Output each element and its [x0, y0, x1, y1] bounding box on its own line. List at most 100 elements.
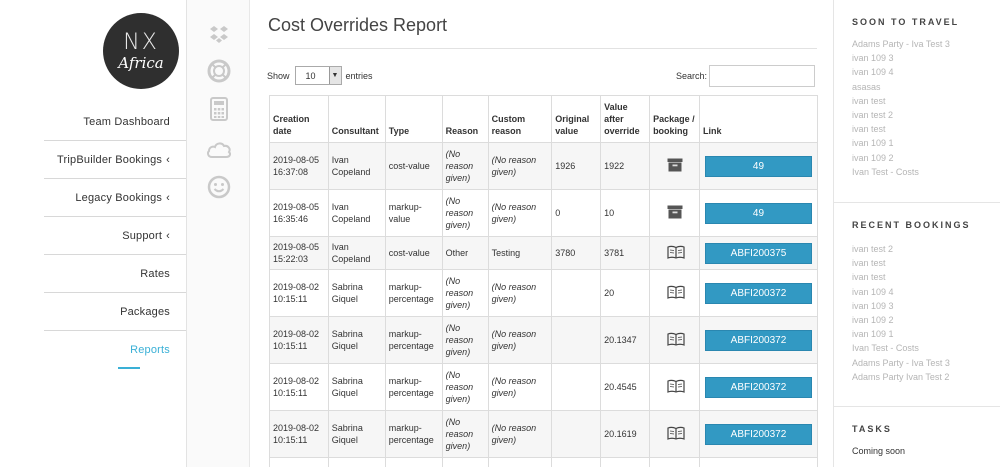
- booking-link-button[interactable]: 49: [704, 202, 812, 224]
- cell-consultant: Sabrina Giquel: [327, 316, 386, 364]
- trip-link[interactable]: ivan test 2: [852, 108, 1000, 122]
- smiley-icon[interactable]: [206, 174, 232, 200]
- cell-consultant: Sabrina Giquel: [327, 410, 386, 458]
- cell-original-value: 0: [551, 189, 602, 237]
- cell-package-booking: [649, 236, 700, 270]
- cell-custom-reason: (No reason given): [487, 189, 553, 237]
- page-title: Cost Overrides Report: [268, 15, 448, 35]
- table-row: 2019-08-05 15:22:03 Ivan Copeland cost-val…: [269, 236, 819, 270]
- nav-item-packages[interactable]: Packages: [44, 293, 186, 331]
- trip-link[interactable]: ivan 109 4: [852, 65, 1000, 79]
- column-header-creation-date[interactable]: Creation date: [269, 95, 329, 143]
- booking-link-button[interactable]: ABFI200375: [704, 242, 812, 264]
- book-icon[interactable]: [666, 245, 685, 259]
- entries-length-control: Show 10 ▼ entries: [267, 66, 373, 85]
- booking-link-button[interactable]: 49: [704, 155, 812, 177]
- cell-value-after-override: 1922: [600, 142, 651, 190]
- cell-original-value: [551, 269, 602, 317]
- cloud-icon[interactable]: [206, 137, 232, 163]
- trip-link[interactable]: ivan test: [852, 256, 1000, 270]
- cell-creation-date: 2019-08-05 16:35:46: [269, 189, 329, 237]
- nav-item-rates[interactable]: Rates: [44, 255, 186, 293]
- column-header-reason[interactable]: Reason: [441, 95, 489, 143]
- cell-type: markup-value: [384, 189, 443, 237]
- entries-select[interactable]: 10 ▼: [294, 66, 342, 85]
- trip-link[interactable]: ivan test: [852, 94, 1000, 108]
- column-header-package-booking[interactable]: Package / booking: [649, 95, 700, 143]
- book-icon[interactable]: [666, 426, 685, 440]
- trip-link[interactable]: ivan test 2: [852, 242, 1000, 256]
- trip-link[interactable]: ivan 109 3: [852, 51, 1000, 65]
- cell-reason: Other: [441, 236, 489, 270]
- cell-value-after-override: 10: [600, 189, 651, 237]
- cell-link: ABFI200372: [698, 410, 819, 458]
- table-row: 2019-08-02 10:15:11 Sabrina Giquel markup-…: [269, 316, 819, 364]
- cell-custom-reason: Testing: [487, 236, 553, 270]
- table-header-row: Creation date Consultant Type Reason Cus…: [269, 95, 819, 143]
- nav-item-tripbuilder-bookings[interactable]: TripBuilder Bookings ‹: [44, 141, 186, 179]
- chevron-down-icon: ▼: [328, 67, 341, 84]
- book-icon[interactable]: [666, 285, 685, 299]
- book-icon[interactable]: [666, 379, 685, 393]
- nav-item-support[interactable]: Support ‹: [44, 217, 186, 255]
- search-input[interactable]: [709, 65, 815, 87]
- cell-type: cost-value: [384, 236, 443, 270]
- trip-link[interactable]: ivan 109 1: [852, 136, 1000, 150]
- lifebuoy-icon[interactable]: [206, 58, 232, 84]
- cell-custom-reason: (No reason given): [487, 269, 553, 317]
- column-header-custom-reason[interactable]: Custom reason: [487, 95, 553, 143]
- logo-word: Africa: [118, 53, 164, 72]
- cell-type: markup-percentage: [384, 269, 443, 317]
- calculator-icon[interactable]: [206, 96, 232, 122]
- column-header-consultant[interactable]: Consultant: [327, 95, 386, 143]
- table-row: 2019-08-05 16:35:46 Ivan Copeland markup-v…: [269, 189, 819, 237]
- booking-link-button[interactable]: ABFI200372: [704, 329, 812, 351]
- nav-item-team-dashboard[interactable]: Team Dashboard: [44, 103, 186, 141]
- company-logo[interactable]: NX Africa: [103, 13, 179, 89]
- booking-link-button[interactable]: ABFI200372: [704, 282, 812, 304]
- booking-link-button[interactable]: ABFI200372: [704, 376, 812, 398]
- cell-original-value: [551, 363, 602, 411]
- recent-bookings-section: RECENT BOOKINGS ivan test 2 ivan test ivan…: [834, 203, 1000, 407]
- trip-link[interactable]: ivan 109 4: [852, 285, 1000, 299]
- nav-item-reports[interactable]: Reports: [44, 331, 186, 369]
- trip-link[interactable]: Ivan Test - Costs: [852, 165, 1000, 179]
- table-row: 2019-08-02 10:15:11 Sabrina Giquel markup-…: [269, 363, 819, 411]
- left-nav: NX Africa Team Dashboard TripBuilder Boo…: [0, 0, 187, 467]
- cell-value-after-override: 20.1347: [600, 316, 651, 364]
- cell-creation-date: 2019-08-02 10:15:11: [269, 316, 329, 364]
- cell-custom-reason: (No reason given): [487, 142, 553, 190]
- book-icon[interactable]: [666, 332, 685, 346]
- trip-link[interactable]: asasas: [852, 80, 1000, 94]
- column-header-original-value[interactable]: Original value: [551, 95, 602, 143]
- column-header-value-after-override[interactable]: Value after override: [600, 95, 651, 143]
- trip-link[interactable]: ivan 109 1: [852, 327, 1000, 341]
- trip-link[interactable]: Ivan Test - Costs: [852, 341, 1000, 355]
- cell-original-value: 1926: [551, 142, 602, 190]
- column-header-type[interactable]: Type: [384, 95, 443, 143]
- soon-to-travel-list: Adams Party - Iva Test 3 ivan 109 3 ivan 1…: [834, 37, 1000, 179]
- cell-custom-reason: (No reason given): [487, 410, 553, 458]
- column-header-link[interactable]: Link: [698, 95, 819, 143]
- trip-link[interactable]: Adams Party - Iva Test 3: [852, 356, 1000, 370]
- cell-reason: (No reason given): [441, 142, 489, 190]
- chevron-left-icon: ‹: [166, 153, 170, 166]
- trip-link[interactable]: ivan 109 2: [852, 313, 1000, 327]
- trip-link[interactable]: ivan test: [852, 122, 1000, 136]
- cell-consultant: [327, 457, 386, 467]
- trip-link[interactable]: ivan 109 3: [852, 299, 1000, 313]
- archive-icon[interactable]: [667, 205, 683, 219]
- cell-original-value: [551, 316, 602, 364]
- dropbox-icon[interactable]: [206, 22, 232, 48]
- trip-link[interactable]: ivan test: [852, 270, 1000, 284]
- cell-type: markup-percentage: [384, 316, 443, 364]
- table-row: 2019-08-02 10:15:11 Sabrina Giquel markup-…: [269, 269, 819, 317]
- trip-link[interactable]: Adams Party Ivan Test 2: [852, 370, 1000, 384]
- tasks-list: Coming soon: [834, 444, 1000, 458]
- cell-consultant: Ivan Copeland: [327, 189, 386, 237]
- trip-link[interactable]: Adams Party - Iva Test 3: [852, 37, 1000, 51]
- nav-item-legacy-bookings[interactable]: Legacy Bookings ‹: [44, 179, 186, 217]
- trip-link[interactable]: ivan 109 2: [852, 151, 1000, 165]
- archive-icon[interactable]: [667, 158, 683, 172]
- booking-link-button[interactable]: ABFI200372: [704, 423, 812, 445]
